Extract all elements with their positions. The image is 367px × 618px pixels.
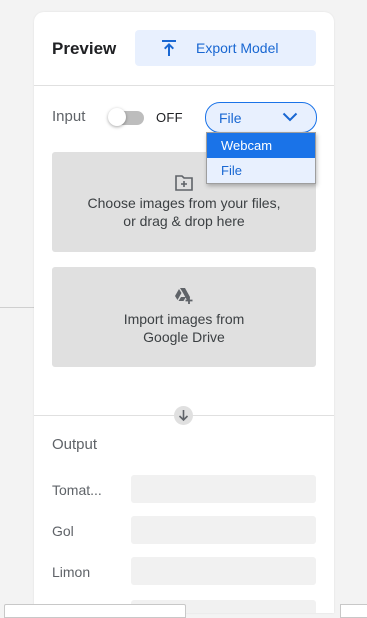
google-drive-import[interactable]: Import images from Google Drive	[52, 267, 316, 367]
preview-panel: Preview Export Model Input OFF File Webc…	[34, 12, 334, 613]
input-label: Input	[52, 108, 86, 125]
canvas-connector-line	[0, 307, 34, 308]
output-confidence-bar	[131, 557, 316, 585]
preview-header: Preview Export Model	[34, 12, 334, 86]
dropdown-option-file-label: File	[221, 163, 242, 178]
input-source-select[interactable]: File	[205, 102, 317, 133]
arrow-down-icon	[178, 410, 189, 422]
folder-add-icon	[175, 175, 193, 191]
drive-import-line1: Import images from	[123, 311, 245, 327]
toggle-knob	[108, 108, 126, 126]
file-dropzone-line2: or drag & drop here	[123, 213, 245, 229]
export-model-button[interactable]: Export Model	[135, 30, 316, 66]
output-class-label: Tomat...	[52, 482, 102, 498]
output-confidence-bar	[131, 475, 316, 503]
output-confidence-bar	[131, 516, 316, 544]
drive-import-line2: Google Drive	[143, 329, 225, 345]
file-dropzone-line1: Choose images from your files,	[87, 195, 281, 211]
input-source-dropdown: Webcam File	[206, 132, 316, 184]
output-class-label: Gol	[52, 523, 74, 539]
dropdown-option-file[interactable]: File	[207, 158, 315, 183]
output-title: Output	[52, 436, 98, 453]
google-drive-add-icon	[175, 288, 193, 304]
dropdown-option-webcam-label: Webcam	[221, 138, 273, 153]
input-toggle[interactable]	[108, 108, 144, 126]
export-model-label: Export Model	[196, 40, 279, 56]
bottom-tab[interactable]	[4, 604, 186, 618]
toggle-state-label: OFF	[156, 110, 183, 125]
preview-title: Preview	[52, 39, 117, 58]
upload-icon	[162, 40, 176, 56]
bottom-tab[interactable]	[340, 604, 367, 618]
output-class-label: Limon	[52, 564, 91, 580]
dropdown-option-webcam[interactable]: Webcam	[207, 133, 315, 158]
arrow-down-button[interactable]	[174, 406, 193, 425]
chevron-down-icon	[282, 112, 298, 122]
input-source-value: File	[219, 110, 242, 126]
